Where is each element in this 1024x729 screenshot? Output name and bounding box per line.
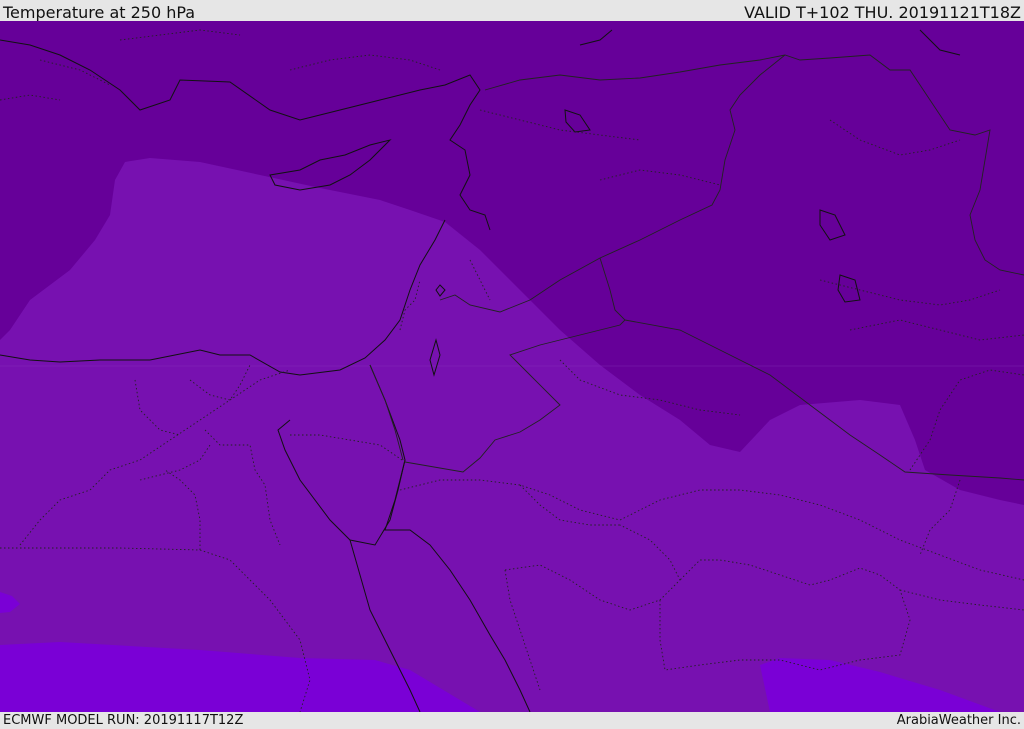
map-title: Temperature at 250 hPa xyxy=(3,3,196,22)
credit-label: ArabiaWeather Inc. xyxy=(896,713,1021,728)
model-run-label: ECMWF MODEL RUN: 20191117T12Z xyxy=(3,713,244,728)
footer-bar: ECMWF MODEL RUN: 20191117T12Z ArabiaWeat… xyxy=(0,712,1024,729)
valid-time-label: VALID T+102 THU. 20191121T18Z xyxy=(744,3,1021,22)
temperature-map xyxy=(0,21,1024,712)
header-bar: Temperature at 250 hPa VALID T+102 THU. … xyxy=(0,0,1024,21)
